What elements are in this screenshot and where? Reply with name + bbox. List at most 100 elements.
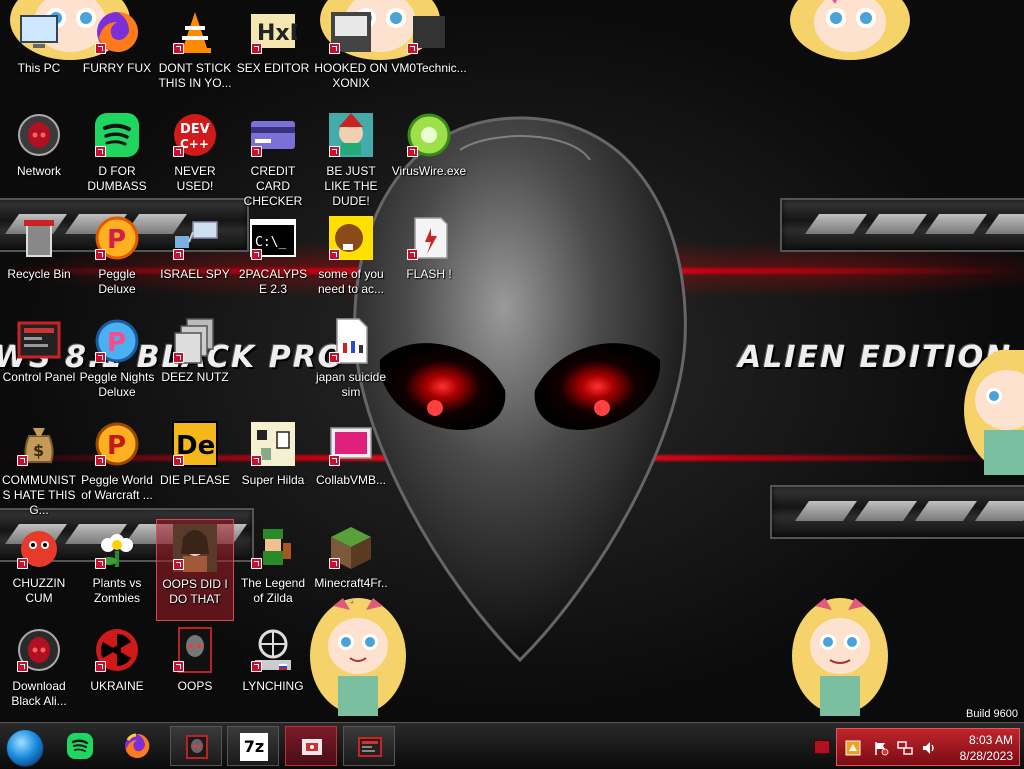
- svg-text:P: P: [107, 328, 126, 358]
- desktop-icon[interactable]: This PC: [0, 4, 78, 106]
- svg-text:$: $: [33, 441, 44, 460]
- svg-text:P: P: [107, 431, 126, 461]
- desktop-icon[interactable]: FLASH !: [390, 210, 468, 312]
- desktop-icon[interactable]: The Legend of Zilda: [234, 519, 312, 621]
- spotify-icon: [67, 733, 93, 759]
- shortcut-arrow-icon: [95, 352, 106, 363]
- desktop-icon-label: Recycle Bin: [7, 267, 71, 281]
- peggle-icon: P: [93, 214, 141, 262]
- shortcut-arrow-icon: [251, 455, 262, 466]
- shortcut-arrow-icon: [251, 661, 262, 672]
- taskbar: 7z 8:03 AM 8/28/2023: [0, 722, 1024, 769]
- cartoon-girl-sticker: [792, 598, 888, 716]
- terminal-icon: C:\_: [249, 214, 297, 262]
- taskbar-media-app-button[interactable]: [285, 726, 337, 766]
- shortcut-arrow-icon: [251, 558, 262, 569]
- desktop-icon[interactable]: P Peggle Nights Deluxe: [78, 313, 156, 415]
- desktop-icon[interactable]: Plants vs Zombies: [78, 519, 156, 621]
- svg-text:C:\_: C:\_: [255, 235, 286, 250]
- minecraft-grass-icon: [327, 523, 375, 571]
- desktop-icon[interactable]: CHUZZIN CUM: [0, 519, 78, 621]
- taskbar-7zip-button[interactable]: 7z: [227, 726, 279, 766]
- desktop-icon[interactable]: P Peggle World of Warcraft ...: [78, 416, 156, 518]
- desktop-icon-label: Control Panel: [2, 370, 76, 384]
- vm-tool-icon: [405, 8, 453, 56]
- shortcut-arrow-icon: [251, 249, 262, 260]
- desktop-icon[interactable]: ISRAEL SPY: [156, 210, 234, 312]
- desktop-icon[interactable]: HOOKED ON XONIX: [312, 4, 390, 106]
- desktop-icon[interactable]: P Peggle Deluxe: [78, 210, 156, 312]
- shortcut-arrow-icon: [95, 249, 106, 260]
- desktop-icon[interactable]: BE JUST LIKE THE DUDE!: [312, 107, 390, 209]
- wallpaper-bar: [780, 198, 1024, 252]
- desktop-icon[interactable]: FURRY FUX: [78, 4, 156, 106]
- cartoon-girl-sticker: [964, 350, 1024, 475]
- peggle-nights-icon: P: [93, 317, 141, 365]
- desktop-icon[interactable]: Control Panel: [0, 313, 78, 415]
- flash-icon: [405, 214, 453, 262]
- chuzzle-icon: [15, 523, 63, 571]
- desktop[interactable]: WS 8.1 BLACK PRO ALIEN EDITION 20: [0, 0, 1024, 722]
- xonix-game-icon: [327, 8, 375, 56]
- desktop-icon[interactable]: DONT STICK THIS IN YO...: [156, 4, 234, 106]
- desktop-icon[interactable]: DEV C++ NEVER USED!: [156, 107, 234, 209]
- desktop-icon[interactable]: HxD SEX EDITOR: [234, 4, 312, 106]
- volume-icon[interactable]: [921, 740, 937, 756]
- desktop-icon[interactable]: CollabVMB...: [312, 416, 390, 518]
- desktop-icon[interactable]: D FOR DUMBASS: [78, 107, 156, 209]
- desktop-icon[interactable]: LYNCHING: [234, 622, 312, 722]
- network-globe-icon: [249, 626, 297, 674]
- taskbar-spotify-button[interactable]: [54, 726, 106, 766]
- shortcut-arrow-icon: [95, 661, 106, 672]
- desktop-icon-label: Peggle Nights Deluxe: [79, 370, 155, 399]
- desktop-icon-label: OOPS DID I DO THAT: [162, 577, 228, 606]
- action-center-flag-icon[interactable]: [873, 740, 889, 756]
- desktop-icon-label: 2PACALYPSE 2.3: [238, 267, 308, 296]
- desktop-icon[interactable]: japan suicide sim: [312, 313, 390, 415]
- shortcut-arrow-icon: [407, 43, 418, 54]
- svg-text:C++: C++: [180, 137, 209, 151]
- peggle-wow-icon: P: [93, 420, 141, 468]
- desktop-icon[interactable]: Download Black Ali...: [0, 622, 78, 722]
- desktop-icon[interactable]: De DIE PLEASE: [156, 416, 234, 518]
- clock[interactable]: 8:03 AM 8/28/2023: [960, 732, 1013, 764]
- taskbar-control-panel-button[interactable]: [343, 726, 395, 766]
- spy-network-icon: [171, 214, 219, 262]
- control-panel-icon: [358, 737, 382, 757]
- taskbar-firefox-button[interactable]: [111, 726, 163, 766]
- desktop-icon-label: CREDIT CARD CHECKER: [243, 164, 303, 208]
- desktop-icon[interactable]: $ COMMUNISTS HATE THIS G...: [0, 416, 78, 518]
- start-button[interactable]: [6, 729, 44, 767]
- control-panel-icon: [15, 317, 63, 365]
- alien-app-icon: [186, 735, 208, 759]
- desktop-icon[interactable]: OOPS DID I DO THAT: [156, 519, 234, 621]
- shortcut-arrow-icon: [329, 249, 340, 260]
- network-icon[interactable]: [897, 740, 913, 756]
- shortcut-arrow-icon: [329, 43, 340, 54]
- desktop-icon[interactable]: Minecraft4Fr...: [312, 519, 390, 621]
- desktop-icon-label: NEVER USED!: [174, 164, 216, 193]
- desktop-icon[interactable]: UKRAINE: [78, 622, 156, 722]
- shortcut-arrow-icon: [17, 455, 28, 466]
- desktop-icon[interactable]: Super Hilda: [234, 416, 312, 518]
- hxd-editor-icon: HxD: [249, 8, 308, 56]
- desktop-icon[interactable]: Recycle Bin: [0, 210, 78, 312]
- pixel-game-icon: [249, 420, 297, 468]
- cartoon-girl-sticker: [790, 0, 910, 60]
- taskbar-alien-app-button[interactable]: [170, 726, 222, 766]
- desktop-icon[interactable]: DEEZ NUTZ: [156, 313, 234, 415]
- desktop-icon[interactable]: CREDIT CARD CHECKER: [234, 107, 312, 209]
- desktop-icon[interactable]: some of you need to ac...: [312, 210, 390, 312]
- desktop-icon-label: Minecraft4Fr...: [314, 576, 388, 605]
- app-tray-icon[interactable]: [845, 740, 861, 756]
- show-hidden-icons-button[interactable]: [814, 740, 830, 754]
- desktop-icon-label: D FOR DUMBASS: [87, 164, 147, 193]
- shortcut-arrow-icon: [329, 352, 340, 363]
- beaver-icon: [327, 214, 375, 262]
- desktop-icon[interactable]: Network: [0, 107, 78, 209]
- desktop-icon[interactable]: VM0Technic...: [390, 4, 468, 106]
- desktop-icon[interactable]: VirusWire.exe: [390, 107, 468, 209]
- desktop-icon[interactable]: C:\_ 2PACALYPSE 2.3: [234, 210, 312, 312]
- desktop-icon[interactable]: OOPS: [156, 622, 234, 722]
- collabvm-icon: [327, 420, 375, 468]
